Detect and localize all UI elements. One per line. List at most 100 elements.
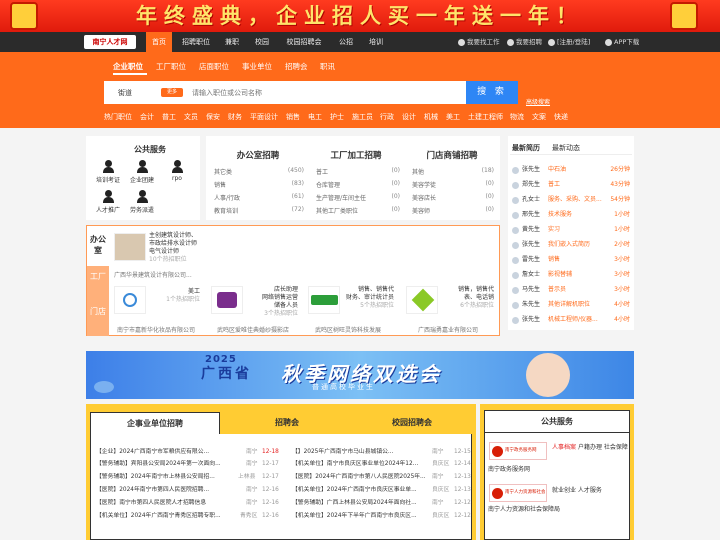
find-job-link[interactable]: 我要找工作	[458, 32, 500, 52]
resume-row[interactable]: 詹女士 影视替辅 3小时	[512, 269, 630, 281]
nav-training[interactable]: 培训	[364, 32, 388, 52]
quick-link[interactable]: 财务	[228, 112, 242, 122]
resume-row[interactable]: 马先生 普示员 3小时	[512, 284, 630, 296]
featured-job-list[interactable]: 美工 1个热招职位	[152, 288, 200, 304]
job-category-row[interactable]: 美容店长 (0)	[412, 193, 494, 203]
training-cert-service[interactable]: 培训考证	[91, 160, 125, 184]
job-category-row[interactable]: 销售 (83)	[214, 180, 304, 190]
quick-link[interactable]: 平面设计	[250, 112, 278, 122]
tab-enterprise-jobs[interactable]: 企业职位	[113, 61, 143, 72]
resume-row[interactable]: 黄先生 实习 1小时	[512, 224, 630, 236]
tab-job-fair[interactable]: 招聘会	[285, 61, 308, 72]
resume-row[interactable]: 雷先生 销售 3小时	[512, 254, 630, 266]
company-logo[interactable]	[211, 286, 243, 314]
resume-row[interactable]: 孔女士 服务、采购、文员... 54分钟	[512, 194, 630, 206]
tab-store-featured[interactable]: 门店	[87, 300, 109, 336]
login-link[interactable]: [注册/登陆]	[548, 32, 590, 52]
nav-jobs[interactable]: 招聘职位	[178, 32, 214, 52]
quick-link[interactable]: 保安	[206, 112, 220, 122]
notice-row[interactable]: 【机关单位】2024年广西南宁青秀区招聘专职... 青秀区 12-16	[96, 510, 279, 522]
quick-link[interactable]: 设计	[402, 112, 416, 122]
tab-factory-featured[interactable]: 工厂	[87, 266, 109, 300]
resume-row[interactable]: 张先生 机械工程师/仪器... 4小时	[512, 314, 630, 326]
tab-store-jobs[interactable]: 店面职位	[199, 61, 229, 72]
notice-row[interactable]: 【医院】2024年广西南宁市第八人民医院2025年... 南宁 12-13	[292, 471, 471, 483]
recruit-link[interactable]: 我要招聘	[507, 32, 542, 52]
notice-row[interactable]: 【机关单位】2024年广西南宁市良庆区事业单... 良庆区 12-13	[292, 484, 471, 496]
job-category-row[interactable]: 仓库管理 (0)	[316, 180, 400, 190]
quick-link[interactable]: 文员	[184, 112, 198, 122]
promo-banner[interactable]: 年终盛典，企业招人买一年送一年！	[0, 0, 720, 32]
company-name[interactable]: 广西华景建筑设计有限公司...	[114, 270, 192, 279]
tab-office-featured[interactable]: 办公室	[87, 230, 109, 266]
rpo-service[interactable]: rpo	[160, 160, 194, 182]
notice-row[interactable]: 【警务辅助】广西上林县公安局2024年面向社... 南宁 12-12	[292, 497, 471, 509]
quick-link[interactable]: 行政	[380, 112, 394, 122]
featured-job-list[interactable]: 店长助理 网络销售运营 储备人员 3个热招职位	[256, 286, 298, 318]
team-building-service[interactable]: 企业团建	[125, 160, 159, 184]
store-jobs-title[interactable]: 门店商铺招聘	[406, 149, 498, 161]
talent-promotion-service[interactable]: 人才推广	[91, 190, 125, 214]
resume-row[interactable]: 郑先生 普工 43分钟	[512, 179, 630, 191]
featured-job-list[interactable]: 销售、销售代 财务、审计统计员 5个热招职位	[344, 286, 394, 310]
app-download-link[interactable]: APP下载	[605, 32, 639, 52]
gov-service-logo[interactable]: 南宁政务服务网	[489, 442, 547, 460]
tab-latest-resumes[interactable]: 最新简历	[512, 143, 540, 153]
job-category-row[interactable]: 美容师 (0)	[412, 206, 494, 216]
notice-row[interactable]: 【企业】2024广西南宁市军粮供应有限公... 南宁 12-18	[96, 446, 279, 458]
search-input[interactable]	[192, 84, 462, 101]
company-name[interactable]: 武鸣区树旺灵饰科技发展	[315, 325, 381, 334]
quick-link[interactable]: 护士	[330, 112, 344, 122]
notice-row[interactable]: 【警务辅助】宾阳县公安局2024年第一次面向... 南宁 12-17	[96, 458, 279, 470]
quick-link[interactable]: 普工	[162, 112, 176, 122]
nav-campus[interactable]: 校园	[250, 32, 274, 52]
factory-jobs-title[interactable]: 工厂加工招聘	[308, 149, 404, 161]
job-category-row[interactable]: 其他工厂类职位 (0)	[316, 206, 400, 216]
search-button[interactable]: 搜 索	[466, 81, 518, 104]
change-city-button[interactable]: 更多	[161, 88, 183, 97]
nav-campus-fair[interactable]: 校园招聘会	[282, 32, 326, 52]
resume-row[interactable]: 张先生 中石油 26分钟	[512, 164, 630, 176]
job-category-row[interactable]: 生产管理/车间主任 (0)	[316, 193, 400, 203]
notice-row[interactable]: 【】2025年广西南宁市马山县城镇公... 南宁 12-15	[292, 446, 471, 458]
job-category-row[interactable]: 教育培训 (72)	[214, 206, 304, 216]
advanced-search-link[interactable]: 高级搜索	[526, 97, 550, 106]
quick-link[interactable]: 施工员	[352, 112, 373, 122]
tab-campus-fairs[interactable]: 校园招聘会	[352, 412, 472, 434]
notice-row[interactable]: 【机关单位】南宁市良庆区事业单位2024年12... 良庆区 12-14	[292, 458, 471, 470]
job-category-row[interactable]: 美容学徒 (0)	[412, 180, 494, 190]
company-name[interactable]: 武鸣区爱唯佳典婚纱摄影店	[217, 325, 289, 334]
job-category-row[interactable]: 其它类 (450)	[214, 167, 304, 177]
quick-link[interactable]: 物流	[510, 112, 524, 122]
job-category-row[interactable]: 人事/行政 (61)	[214, 193, 304, 203]
company-name[interactable]: 广西瑞勇嘉业有限公司	[418, 325, 478, 334]
quick-link[interactable]: 机械	[424, 112, 438, 122]
hr-bureau-links[interactable]: 就业创业 人才服务	[552, 486, 628, 495]
featured-job-list[interactable]: 销售，销售代 表、电话销 6个热招职位	[444, 286, 494, 310]
resume-row[interactable]: 张先生 我们嵌入式简历 2小时	[512, 239, 630, 251]
company-logo[interactable]	[114, 233, 146, 261]
quick-link[interactable]: 热门职位	[104, 112, 132, 122]
tab-job-fairs[interactable]: 招聘会	[224, 412, 350, 434]
job-fair-ad-banner[interactable]: 2025 广西省 秋季网络双选会 普通高校毕业生	[86, 351, 634, 399]
resume-row[interactable]: 邢先生 技术服务 1小时	[512, 209, 630, 221]
job-category-row[interactable]: 其他 (18)	[412, 167, 494, 177]
notice-row[interactable]: 【机关单位】2024年下半年广西南宁市良庆区... 良庆区 12-12	[292, 510, 471, 522]
notice-row[interactable]: 【医院】2024年南宁市第四人民医院招聘... 南宁 12-16	[96, 484, 279, 496]
company-logo[interactable]	[308, 286, 340, 314]
labor-dispatch-service[interactable]: 劳务派遣	[125, 190, 159, 214]
quick-link[interactable]: 会计	[140, 112, 154, 122]
notice-row[interactable]: 【医院】南宁市第四人民医院人才招聘信息 南宁 12-16	[96, 497, 279, 509]
featured-job-list[interactable]: 主创建筑设计师、 市政给排水设计师 电气设计师 10个热招职位	[149, 232, 207, 264]
quick-link[interactable]: 土建工程师	[468, 112, 503, 122]
city-selector[interactable]: 街道	[118, 88, 132, 98]
office-jobs-title[interactable]: 办公室招聘	[210, 149, 306, 161]
nav-parttime[interactable]: 兼职	[220, 32, 244, 52]
company-logo[interactable]	[406, 286, 438, 314]
tab-news[interactable]: 职讯	[320, 61, 335, 72]
nav-home[interactable]: 首页	[146, 32, 172, 52]
company-logo[interactable]	[114, 286, 146, 314]
site-logo[interactable]: 南宁人才网	[84, 35, 136, 49]
tab-public-units[interactable]: 事业单位	[242, 61, 272, 72]
tab-public-units-recruit[interactable]: 企事业单位招聘	[90, 412, 220, 434]
